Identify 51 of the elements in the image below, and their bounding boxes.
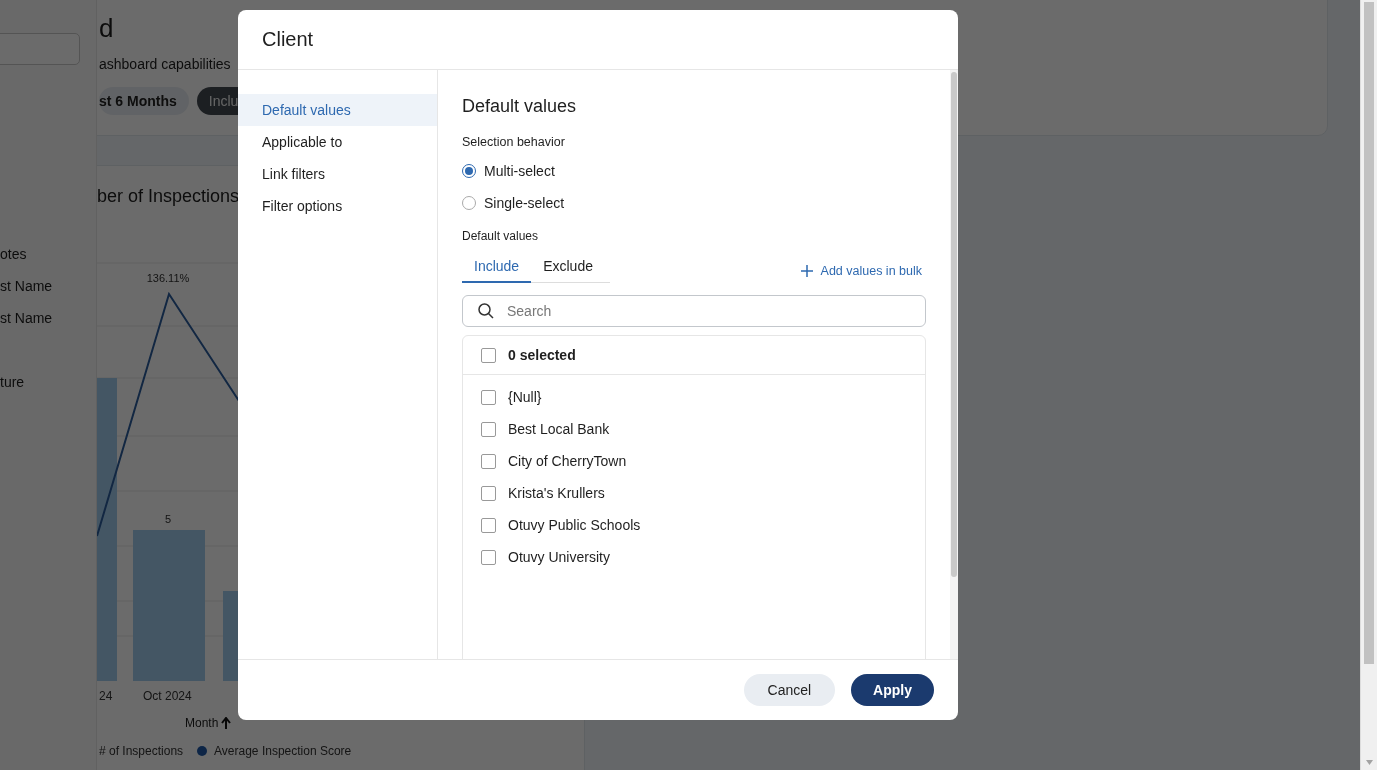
radio-label: Single-select bbox=[484, 195, 565, 211]
cancel-button[interactable]: Cancel bbox=[743, 674, 836, 706]
section-title: Default values bbox=[462, 96, 578, 118]
nav-item[interactable]: Default values bbox=[238, 94, 437, 126]
arrow-up-icon[interactable] bbox=[221, 716, 232, 730]
chart-title: ber of Inspections bbox=[97, 186, 240, 207]
legend-label: Average Inspection Score bbox=[214, 744, 352, 758]
filter-chip[interactable]: st 6 Months bbox=[99, 87, 189, 115]
checkbox[interactable] bbox=[481, 453, 496, 469]
sidebar-item[interactable]: st Name bbox=[0, 277, 53, 309]
checkbox[interactable] bbox=[481, 347, 496, 363]
search-field[interactable]: Search bbox=[462, 295, 926, 327]
value-label: Best Local Bank bbox=[508, 421, 610, 437]
value-label: Otuvy Public Schools bbox=[508, 517, 641, 533]
data-label: 136.11% bbox=[146, 272, 190, 284]
checkbox[interactable] bbox=[481, 549, 496, 565]
tab[interactable]: Include bbox=[462, 258, 532, 283]
tab[interactable]: Exclude bbox=[531, 258, 605, 283]
checkbox[interactable] bbox=[481, 421, 496, 437]
apply-button[interactable]: Apply bbox=[851, 674, 934, 706]
field-label: Default values bbox=[462, 229, 540, 243]
dialog-title: Client bbox=[262, 28, 314, 51]
scrollbar-thumb[interactable] bbox=[951, 72, 957, 577]
nav-item[interactable]: Filter options bbox=[238, 190, 437, 222]
axis-label: Oct 2024 bbox=[143, 689, 192, 703]
checkbox[interactable] bbox=[481, 485, 496, 501]
value-label: Otuvy University bbox=[508, 549, 610, 565]
value-label: City of CherryTown bbox=[508, 453, 627, 469]
value-label: {Null} bbox=[508, 389, 542, 405]
selected-count: 0 selected bbox=[508, 347, 576, 363]
axis-title: Month bbox=[185, 716, 219, 730]
page-subtitle: ashboard capabilities bbox=[99, 56, 232, 72]
radio-label: Multi-select bbox=[484, 163, 555, 179]
axis-label: 24 bbox=[99, 689, 113, 703]
plus-icon bbox=[800, 264, 813, 277]
sidebar-item[interactable]: otes bbox=[0, 245, 53, 277]
nav-item[interactable]: Applicable to bbox=[238, 126, 437, 158]
value-label: Krista's Krullers bbox=[508, 485, 605, 501]
checkbox[interactable] bbox=[481, 517, 496, 533]
legend-label: # of Inspections bbox=[99, 744, 184, 758]
checkbox[interactable] bbox=[481, 389, 496, 405]
page-title: d bbox=[99, 13, 114, 43]
search-icon bbox=[478, 303, 494, 319]
nav-item[interactable]: Link filters bbox=[238, 158, 437, 190]
field-label: Selection behavior bbox=[462, 135, 566, 149]
scrollbar-thumb[interactable] bbox=[1364, 2, 1374, 664]
scroll-down-arrow-icon[interactable] bbox=[1365, 759, 1374, 766]
data-label: 5 bbox=[164, 513, 172, 525]
sidebar-item[interactable]: ture bbox=[0, 373, 53, 405]
sidebar-item[interactable]: st Name bbox=[0, 309, 53, 341]
add-values-link[interactable]: Add values in bulk bbox=[800, 263, 926, 278]
